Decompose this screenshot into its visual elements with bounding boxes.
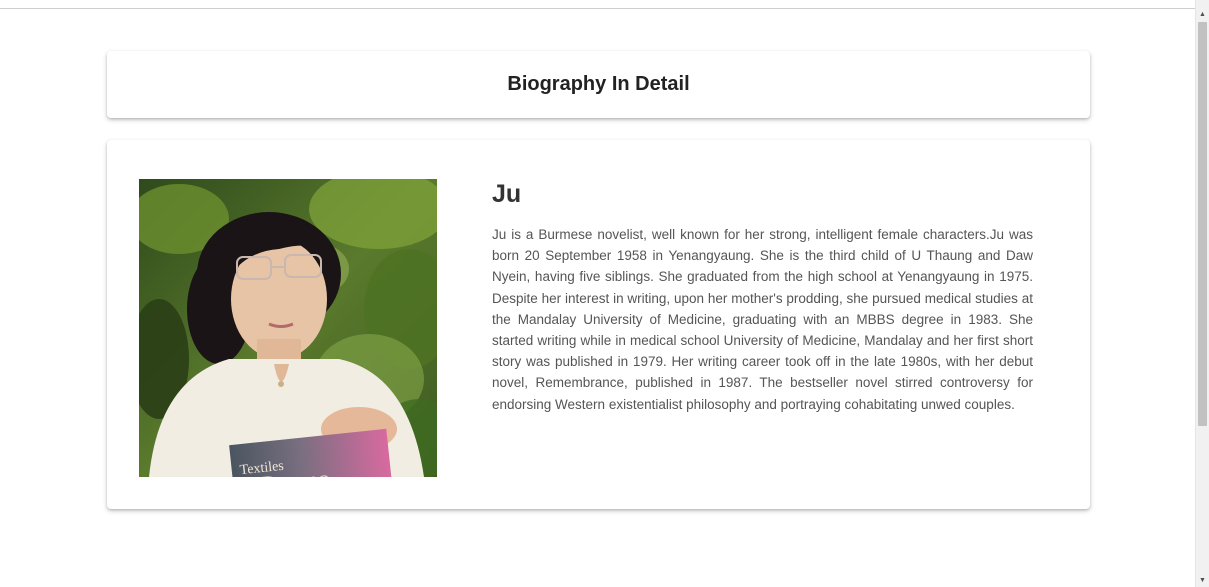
scrollbar-thumb[interactable]	[1198, 22, 1207, 426]
page-title: Biography In Detail	[507, 73, 690, 95]
header-card: Biography In Detail	[107, 51, 1090, 118]
scroll-up-arrow-icon[interactable]: ▲	[1196, 9, 1209, 21]
biography-card: Textiles from Burma Ju Ju is a Burmese n…	[107, 140, 1090, 509]
vertical-scrollbar[interactable]: ▲ ▼	[1195, 0, 1209, 587]
author-name: Ju	[492, 180, 522, 208]
biography-paragraph: Ju is a Burmese novelist, well known for…	[492, 227, 1033, 412]
browser-top-edge	[0, 0, 1196, 9]
biography-content: Ju Ju is a Burmese novelist, well known …	[492, 178, 1033, 415]
author-photo: Textiles from Burma	[139, 179, 437, 477]
scroll-down-arrow-icon[interactable]: ▼	[1196, 575, 1209, 587]
page-viewport: Biography In Detail Textiles Ju Ju is a …	[0, 0, 1209, 587]
